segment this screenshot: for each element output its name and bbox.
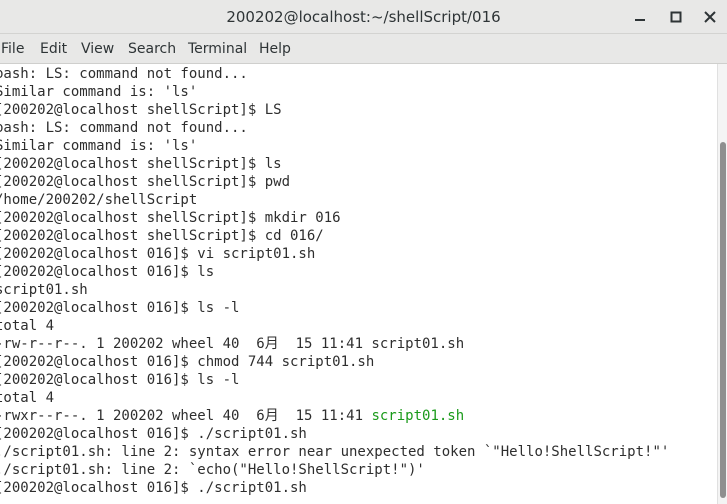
terminal-text: Similar command is: 'ls' bbox=[0, 138, 198, 154]
terminal-line: /home/200202/shellScript bbox=[0, 191, 717, 209]
terminal-line: [200202@localhost shellScript]$ pwd bbox=[0, 173, 717, 191]
terminal-text: [200202@localhost 016]$ ls -l bbox=[0, 300, 240, 316]
terminal-text: ./script01.sh: line 2: syntax error near… bbox=[0, 444, 670, 460]
terminal-text: script01.sh bbox=[0, 282, 88, 298]
terminal-text: [200202@localhost 016]$ ls bbox=[0, 264, 215, 280]
menu-search[interactable]: Search bbox=[128, 34, 176, 64]
terminal-line: [200202@localhost 016]$ ls -l bbox=[0, 371, 717, 389]
menu-view[interactable]: View bbox=[81, 34, 114, 64]
terminal-text: Similar command is: 'ls' bbox=[0, 84, 198, 100]
terminal-text: [200202@localhost 016]$ chmod 744 script… bbox=[0, 354, 375, 370]
terminal-text: bash: LS: command not found... bbox=[0, 66, 248, 82]
terminal-text: [200202@localhost 016]$ ./script01.sh bbox=[0, 480, 307, 496]
terminal-line: Similar command is: 'ls' bbox=[0, 137, 717, 155]
terminal-line: -rwxr--r--. 1 200202 wheel 40 6月 15 11:4… bbox=[0, 407, 717, 425]
terminal-line: ./script01.sh: line 2: `echo("Hello!Shel… bbox=[0, 461, 717, 479]
terminal-text: [200202@localhost shellScript]$ cd 016/ bbox=[0, 228, 324, 244]
terminal-line: [200202@localhost shellScript]$ mkdir 01… bbox=[0, 209, 717, 227]
menu-help[interactable]: Help bbox=[259, 34, 291, 64]
menu-bar: File Edit View Search Terminal Help bbox=[0, 34, 727, 64]
menu-terminal[interactable]: Terminal bbox=[188, 34, 247, 64]
terminal-output[interactable]: bash: LS: command not found... Similar co… bbox=[0, 64, 717, 504]
minimize-icon bbox=[635, 19, 645, 21]
terminal-text: [200202@localhost shellScript]$ ls bbox=[0, 156, 282, 172]
terminal-text: /home/200202/shellScript bbox=[0, 192, 198, 208]
menu-file[interactable]: File bbox=[1, 34, 24, 64]
terminal-line: [200202@localhost shellScript]$ cd 016/ bbox=[0, 227, 717, 245]
terminal-line: [200202@localhost 016]$ chmod 744 script… bbox=[0, 353, 717, 371]
terminal-line: [200202@localhost 016]$ ./script01.sh bbox=[0, 425, 717, 443]
terminal-line: [200202@localhost shellScript]$ LS bbox=[0, 101, 717, 119]
terminal-text: total 4 bbox=[0, 318, 55, 334]
terminal-text: -rw-r--r--. 1 200202 wheel 40 6月 15 11:4… bbox=[0, 336, 465, 352]
terminal-text: [200202@localhost 016]$ vi script01.sh bbox=[0, 246, 316, 262]
terminal-line: bash: LS: command not found... bbox=[0, 119, 717, 137]
terminal-line: Similar command is: 'ls' bbox=[0, 83, 717, 101]
terminal-line: ./script01.sh: line 2: syntax error near… bbox=[0, 443, 717, 461]
terminal-line: [200202@localhost 016]$ ls bbox=[0, 263, 717, 281]
terminal-text: [200202@localhost shellScript]$ mkdir 01… bbox=[0, 210, 341, 226]
terminal-line: bash: LS: command not found... bbox=[0, 65, 717, 83]
terminal-line: [200202@localhost 016]$ vi script01.sh bbox=[0, 245, 717, 263]
terminal-line: script01.sh bbox=[0, 281, 717, 299]
title-bar: 200202@localhost:~/shellScript/016 bbox=[0, 0, 727, 34]
scrollbar[interactable] bbox=[717, 64, 727, 504]
close-icon bbox=[704, 11, 716, 23]
terminal-text: -rwxr--r--. 1 200202 wheel 40 6月 15 11:4… bbox=[0, 408, 372, 424]
window-title: 200202@localhost:~/shellScript/016 bbox=[226, 8, 501, 26]
terminal-text: [200202@localhost shellScript]$ LS bbox=[0, 102, 282, 118]
terminal-text: ./script01.sh: line 2: `echo("Hello!Shel… bbox=[0, 462, 425, 478]
maximize-icon bbox=[670, 11, 682, 23]
terminal-line: -rw-r--r--. 1 200202 wheel 40 6月 15 11:4… bbox=[0, 335, 717, 353]
terminal-text: [200202@localhost shellScript]$ pwd bbox=[0, 174, 291, 190]
terminal-line: [200202@localhost 016]$ ./script01.sh bbox=[0, 479, 717, 497]
terminal-text: [200202@localhost 016]$ ./script01.sh bbox=[0, 426, 307, 442]
close-button[interactable] bbox=[700, 7, 720, 27]
terminal-lines: bash: LS: command not found... Similar co… bbox=[0, 65, 717, 497]
minimize-button[interactable] bbox=[630, 7, 650, 27]
menu-edit[interactable]: Edit bbox=[40, 34, 67, 64]
terminal-line: [200202@localhost 016]$ ls -l bbox=[0, 299, 717, 317]
scrollbar-thumb[interactable] bbox=[720, 142, 726, 498]
terminal-line: total 4 bbox=[0, 317, 717, 335]
terminal-line: total 4 bbox=[0, 389, 717, 407]
terminal-line: [200202@localhost shellScript]$ ls bbox=[0, 155, 717, 173]
terminal-text: [200202@localhost 016]$ ls -l bbox=[0, 372, 240, 388]
terminal-text: bash: LS: command not found... bbox=[0, 120, 248, 136]
executable-filename: script01.sh bbox=[371, 408, 465, 424]
terminal-text: total 4 bbox=[0, 390, 55, 406]
maximize-button[interactable] bbox=[666, 7, 686, 27]
